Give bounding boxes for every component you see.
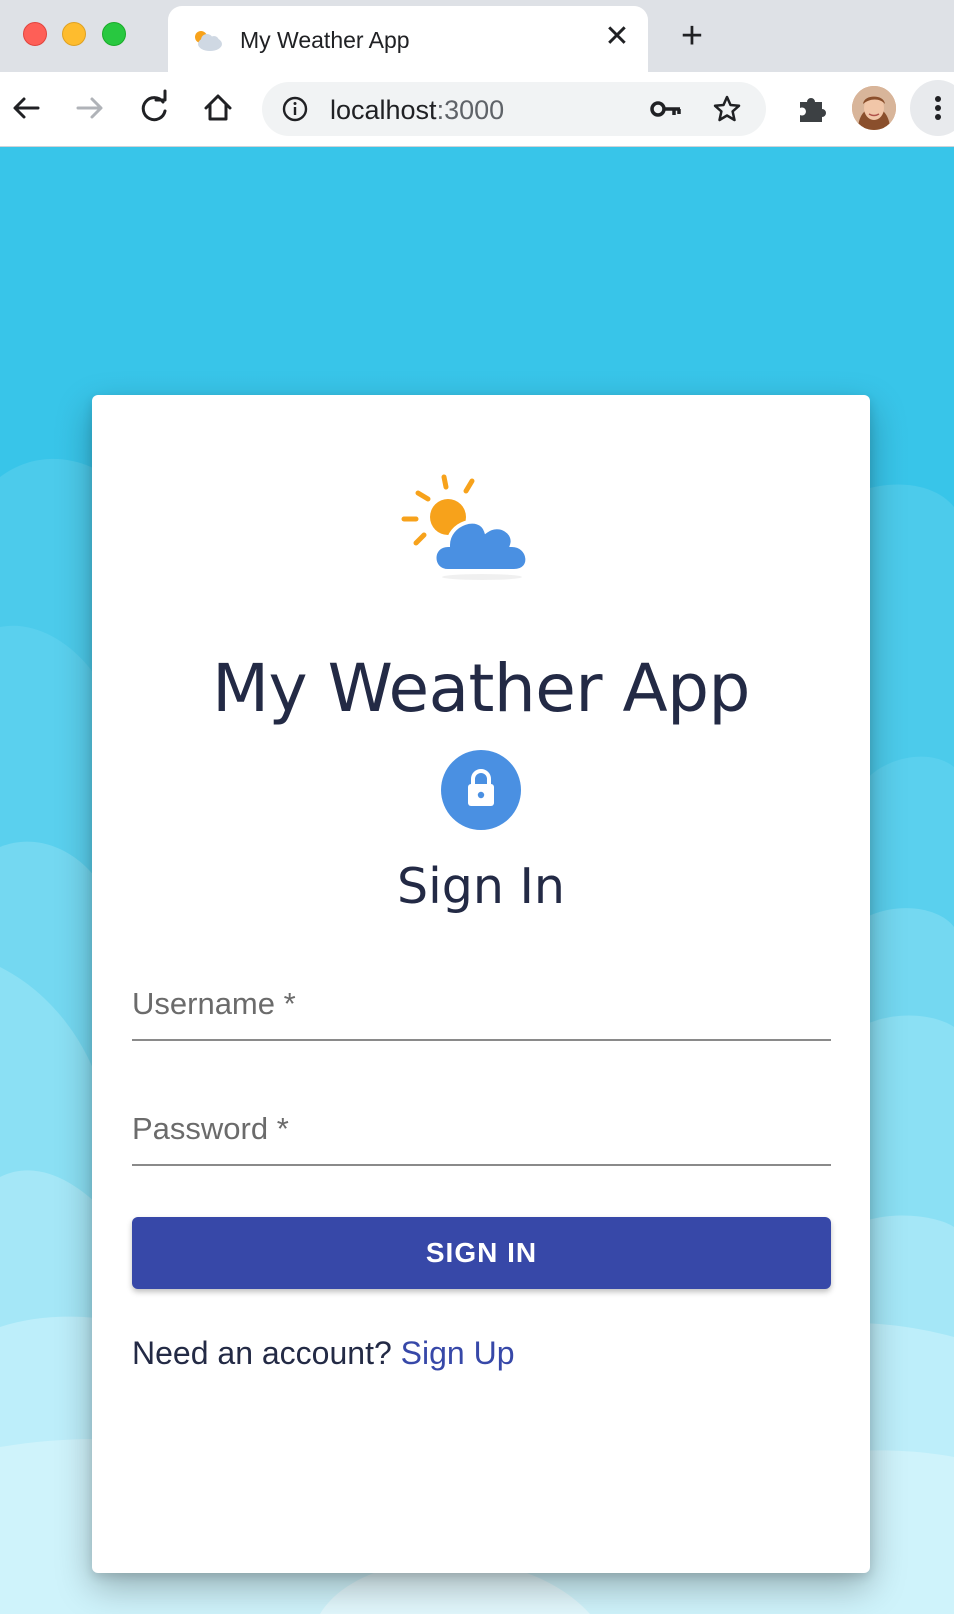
home-button[interactable] xyxy=(196,86,240,130)
window-zoom-button[interactable] xyxy=(102,22,126,46)
need-account-text: Need an account? xyxy=(132,1335,392,1371)
browser-tab[interactable]: My Weather App ✕ xyxy=(168,6,648,72)
profile-avatar[interactable] xyxy=(852,86,896,130)
username-input[interactable] xyxy=(132,975,831,1039)
signin-button[interactable]: SIGN IN xyxy=(132,1217,831,1289)
extensions-button[interactable] xyxy=(790,86,834,130)
lock-icon xyxy=(468,769,494,806)
page-background: My Weather App Sign In SIGN IN Need an a… xyxy=(0,147,954,1614)
back-button[interactable] xyxy=(4,86,48,130)
sun-cloud-icon xyxy=(401,474,530,580)
lock-avatar xyxy=(441,750,521,830)
browser-menu-button[interactable] xyxy=(910,80,954,136)
signin-heading: Sign In xyxy=(397,858,565,915)
puzzle-icon xyxy=(800,98,826,122)
browser-toolbar: localhost:3000 xyxy=(0,72,954,147)
forward-arrow-icon xyxy=(76,97,103,119)
tab-favicon-icon xyxy=(195,31,222,51)
forward-button[interactable] xyxy=(68,86,112,130)
url-port: :3000 xyxy=(436,95,505,125)
address-bar[interactable]: localhost:3000 xyxy=(262,82,766,136)
signin-card: My Weather App Sign In SIGN IN Need an a… xyxy=(92,395,870,1573)
signup-link[interactable]: Sign Up xyxy=(401,1335,515,1371)
url-text: localhost:3000 xyxy=(330,95,504,126)
signup-prompt: Need an account? Sign Up xyxy=(132,1335,514,1372)
password-field xyxy=(132,1100,831,1166)
back-arrow-icon xyxy=(13,97,40,119)
key-icon[interactable] xyxy=(650,97,682,121)
tab-close-button[interactable]: ✕ xyxy=(600,20,634,54)
reload-button[interactable] xyxy=(132,86,176,130)
new-tab-button[interactable]: + xyxy=(674,17,710,55)
home-icon xyxy=(204,94,232,121)
app-title: My Weather App xyxy=(212,650,750,727)
password-input[interactable] xyxy=(132,1100,831,1164)
info-icon[interactable] xyxy=(282,96,308,122)
window-minimize-button[interactable] xyxy=(62,22,86,46)
avatar-image xyxy=(852,86,896,130)
reload-icon xyxy=(141,89,167,122)
browser-tab-strip: My Weather App ✕ + xyxy=(0,0,954,72)
kebab-menu-icon xyxy=(935,96,941,120)
url-host: localhost xyxy=(330,95,437,125)
tab-title: My Weather App xyxy=(240,27,410,53)
username-field xyxy=(132,975,831,1041)
window-close-button[interactable] xyxy=(23,22,47,46)
star-icon[interactable] xyxy=(712,94,742,124)
